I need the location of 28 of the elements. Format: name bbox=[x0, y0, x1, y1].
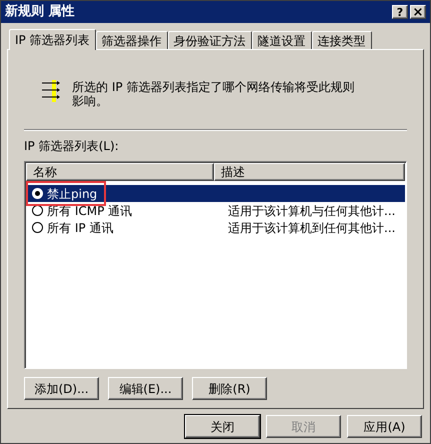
filter-description: 适用于该计算机与任何其他计... bbox=[228, 202, 396, 220]
filter-name: 所有 ICMP 通讯 bbox=[47, 202, 134, 220]
column-header[interactable]: 描述 bbox=[214, 163, 405, 181]
list-row[interactable]: 所有 IP 通讯 适用于该计算机到任何其他计... bbox=[26, 219, 405, 236]
filter-list-icon bbox=[40, 80, 60, 102]
filter-description: 适用于该计算机到任何其他计... bbox=[228, 220, 396, 236]
filter-name: 所有 IP 通讯 bbox=[47, 220, 114, 236]
tab[interactable]: 筛选器操作 bbox=[96, 31, 168, 49]
list-action-button[interactable]: 添加(D)... bbox=[24, 377, 99, 400]
tab[interactable]: IP 筛选器列表 bbox=[9, 29, 96, 50]
radio-button[interactable] bbox=[32, 222, 43, 233]
close-button[interactable]: × bbox=[410, 5, 426, 19]
help-button[interactable]: ? bbox=[392, 5, 408, 19]
column-header[interactable]: 名称 bbox=[26, 163, 214, 181]
list-row[interactable]: 禁止ping bbox=[26, 185, 405, 202]
description-text: 所选的 IP 筛选器列表指定了哪个网络传输将受此规则影响。 bbox=[72, 80, 356, 108]
dialog-button[interactable]: 关闭 bbox=[185, 415, 260, 438]
tab[interactable]: 身份验证方法 bbox=[168, 31, 252, 49]
filter-name: 禁止ping bbox=[47, 186, 98, 202]
list-label: IP 筛选器列表(L): bbox=[24, 138, 120, 155]
dialog-button[interactable]: 应用(A) bbox=[347, 415, 422, 438]
tab[interactable]: 连接类型 bbox=[312, 31, 372, 49]
tab[interactable]: 隧道设置 bbox=[252, 31, 312, 49]
list-action-button[interactable]: 编辑(E)... bbox=[108, 377, 183, 400]
radio-button[interactable] bbox=[32, 205, 43, 216]
list-action-button[interactable]: 删除(R) bbox=[192, 377, 267, 400]
list-row[interactable]: 所有 ICMP 通讯 适用于该计算机与任何其他计... bbox=[26, 202, 405, 219]
window-title: 新规则 属性 bbox=[5, 2, 76, 22]
